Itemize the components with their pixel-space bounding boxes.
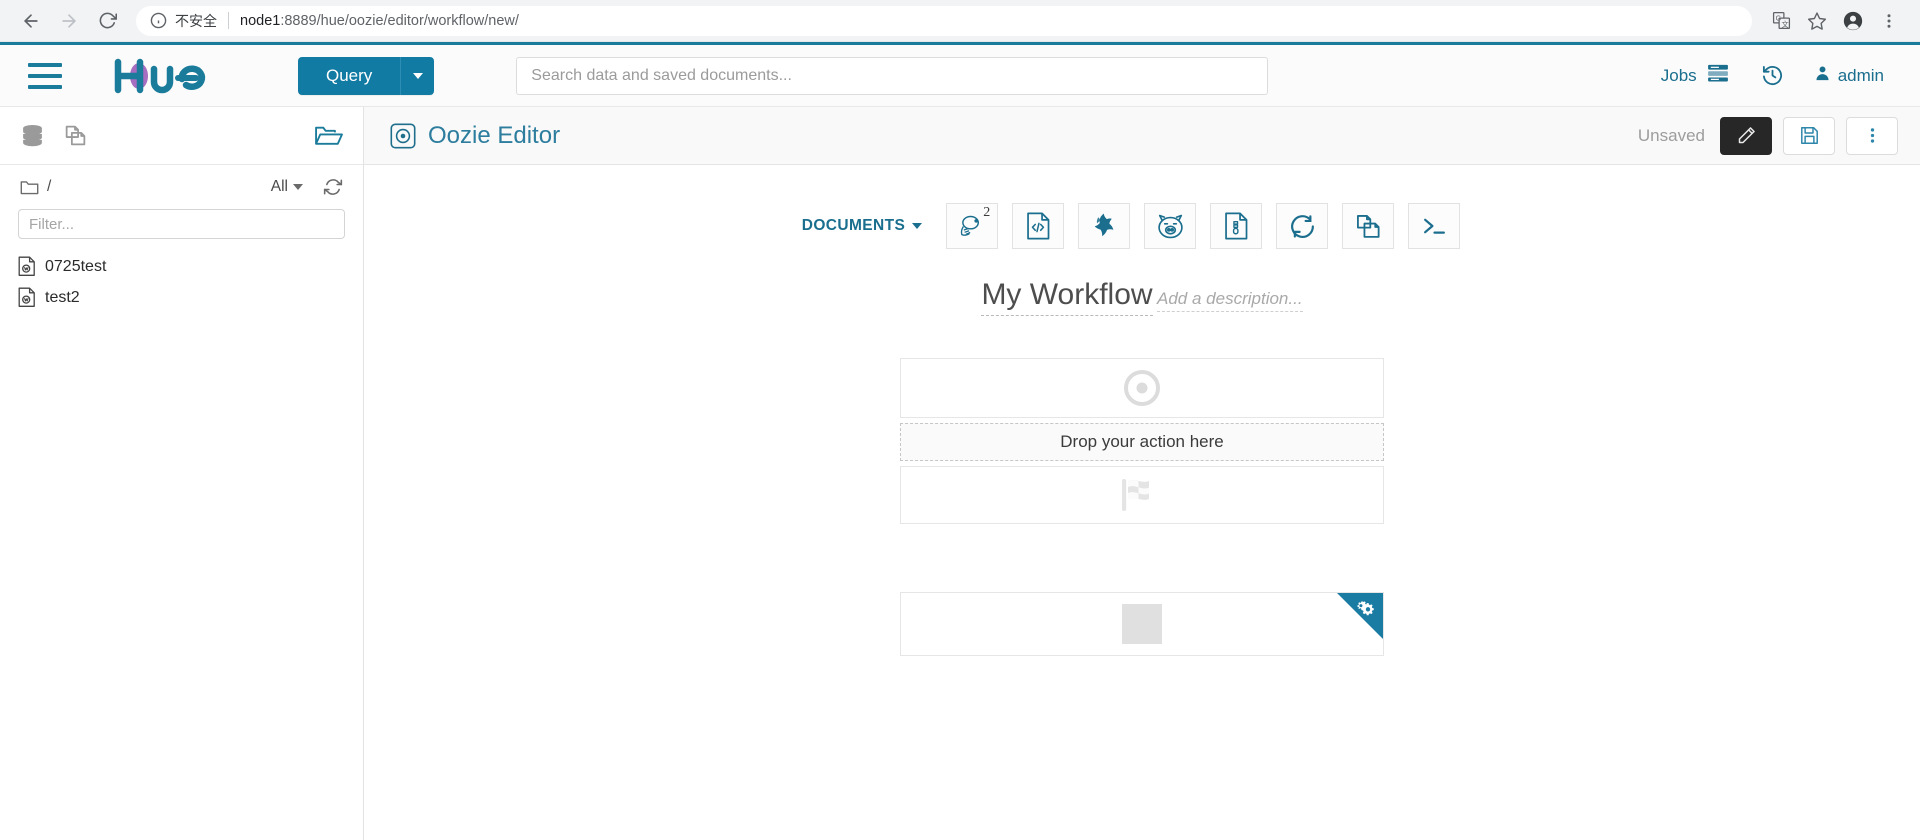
query-button[interactable]: Query: [298, 56, 401, 95]
caret-down-icon: [912, 223, 923, 229]
start-node[interactable]: [900, 358, 1384, 418]
jobs-list-icon: [1707, 64, 1729, 87]
folder-icon: [20, 179, 39, 196]
type-filter-label: All: [270, 178, 288, 195]
address-bar[interactable]: 不安全 node1:8889/hue/oozie/editor/workflow…: [136, 5, 1752, 36]
svg-text:文: 文: [1781, 20, 1788, 29]
kill-square-icon: [1122, 604, 1162, 644]
hive-action-button[interactable]: 2: [946, 203, 999, 249]
security-status-label: 不安全: [175, 12, 217, 29]
oozie-circle-icon: [390, 122, 416, 149]
gears-icon[interactable]: [1355, 600, 1377, 620]
list-item[interactable]: test2: [0, 282, 363, 313]
editor-header: Oozie Editor Unsaved: [364, 107, 1920, 165]
workflow-canvas: DOCUMENTS 2 My Workflow Add a descriptio…: [364, 165, 1920, 840]
workflow-doc-icon: [18, 256, 36, 277]
user-name-label: admin: [1837, 65, 1884, 85]
end-node[interactable]: [900, 466, 1384, 524]
user-icon: [1814, 64, 1831, 87]
document-list: 0725test test2: [0, 247, 363, 313]
main-panel: Oozie Editor Unsaved DOCUMENTS 2 My Work…: [364, 107, 1920, 840]
browser-reload-button[interactable]: [90, 4, 124, 38]
sqoop-action-button[interactable]: [1210, 203, 1263, 249]
hive-action-badge: 2: [983, 205, 991, 220]
documents-dropdown[interactable]: DOCUMENTS: [802, 217, 923, 235]
svg-text:G: G: [1775, 15, 1781, 23]
code-action-button[interactable]: [1012, 203, 1065, 249]
page-title: Oozie Editor: [390, 122, 560, 150]
query-dropdown-caret[interactable]: [400, 56, 435, 95]
save-button[interactable]: [1783, 116, 1835, 155]
refresh-icon[interactable]: [323, 177, 343, 197]
workflow-doc-icon: [18, 287, 36, 308]
action-palette: DOCUMENTS 2: [364, 165, 1920, 249]
navbar-right: Jobs admin: [1645, 64, 1900, 87]
user-menu[interactable]: admin: [1800, 64, 1900, 87]
site-info-icon[interactable]: [150, 12, 167, 29]
list-item[interactable]: 0725test: [0, 251, 363, 282]
jobs-link[interactable]: Jobs: [1645, 64, 1745, 87]
url-path: :8889/hue/oozie/editor/workflow/new/: [280, 12, 519, 29]
omnibox-divider: [228, 12, 229, 29]
workflow-title-block: My Workflow Add a description...: [364, 275, 1920, 316]
editor-title-label: Oozie Editor: [428, 121, 561, 149]
global-search-input[interactable]: [516, 56, 1269, 95]
documents-icon[interactable]: [63, 123, 88, 148]
history-clock-icon[interactable]: [1745, 64, 1800, 87]
checkered-flag-icon: [1119, 475, 1165, 515]
document-name: 0725test: [45, 257, 107, 275]
account-icon[interactable]: [1836, 4, 1870, 38]
url-host: node1: [240, 12, 281, 29]
hamburger-icon[interactable]: [28, 62, 62, 89]
browser-forward-button[interactable]: [52, 4, 86, 38]
sidebar-filter-wrap: [0, 209, 363, 247]
edit-mode-button[interactable]: [1720, 116, 1772, 155]
kill-node[interactable]: [900, 592, 1384, 656]
hue-logo[interactable]: [106, 56, 226, 96]
workflow-graph: Drop your action here: [900, 358, 1384, 656]
caret-down-icon: [293, 184, 303, 190]
database-icon[interactable]: [20, 123, 45, 148]
status-badge: Unsaved: [1637, 125, 1705, 145]
documents-dropdown-label: DOCUMENTS: [801, 217, 906, 234]
hue-navbar: Query Jobs admin: [0, 45, 1920, 107]
filter-input[interactable]: [18, 209, 345, 239]
workflow-name[interactable]: My Workflow: [981, 278, 1153, 316]
workflow-description[interactable]: Add a description...: [1157, 289, 1303, 312]
browser-back-button[interactable]: [14, 4, 48, 38]
editor-header-actions: Unsaved: [1637, 116, 1898, 155]
shell-action-button[interactable]: [1408, 203, 1461, 249]
browser-action-icons: G文: [1764, 4, 1906, 38]
page-body: / All 0725test test2: [0, 107, 1920, 840]
url-text: node1:8889/hue/oozie/editor/workflow/new…: [240, 13, 519, 29]
subworkflow-action-button[interactable]: [1342, 203, 1395, 249]
open-folder-icon[interactable]: [314, 122, 343, 149]
sidebar-breadcrumb: / All: [0, 165, 363, 209]
spark-action-button[interactable]: [1078, 203, 1131, 249]
breadcrumb-path[interactable]: /: [47, 178, 51, 196]
pig-action-button[interactable]: [1144, 203, 1197, 249]
document-name: test2: [45, 288, 80, 306]
query-button-group[interactable]: Query: [298, 56, 435, 95]
left-sidebar: / All 0725test test2: [0, 107, 364, 840]
browser-toolbar: 不安全 node1:8889/hue/oozie/editor/workflow…: [0, 0, 1920, 42]
translate-icon[interactable]: G文: [1764, 4, 1798, 38]
jobs-label: Jobs: [1660, 65, 1697, 85]
drop-zone[interactable]: Drop your action here: [900, 423, 1384, 461]
more-options-button[interactable]: [1846, 116, 1898, 155]
sidebar-toolbar: [0, 107, 363, 165]
kebab-menu-icon[interactable]: [1872, 4, 1906, 38]
chevron-down-icon: [412, 72, 423, 79]
star-icon[interactable]: [1800, 4, 1834, 38]
type-filter-dropdown[interactable]: All: [271, 178, 303, 196]
start-circle-icon: [1122, 368, 1162, 408]
java-action-button[interactable]: [1276, 203, 1329, 249]
